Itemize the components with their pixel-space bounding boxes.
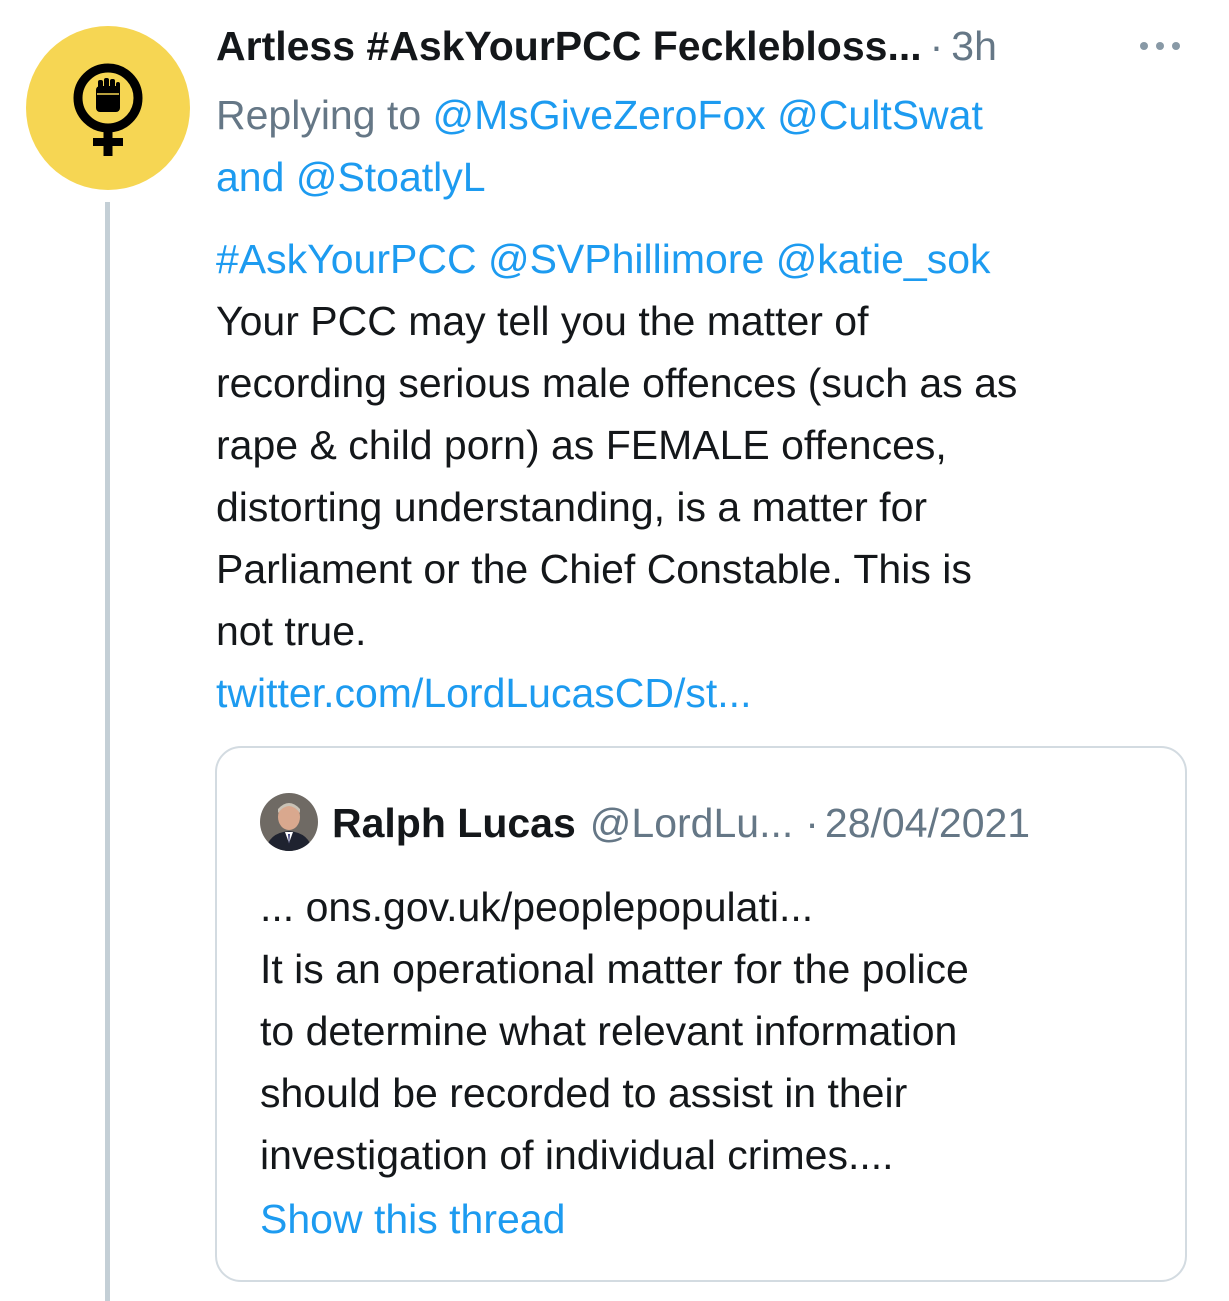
quoted-line: It is an operational matter for the poli… — [260, 946, 969, 992]
thread-line — [105, 202, 110, 1301]
reply-and: and — [216, 154, 285, 200]
reply-handle-stoatlyl[interactable]: @StoatlyL — [296, 154, 486, 200]
reply-handle-msgivezerofox[interactable]: @MsGiveZeroFox — [433, 92, 766, 138]
body-line: distorting understanding, is a matter fo… — [216, 484, 928, 530]
quoted-line: to determine what relevant information — [260, 1008, 958, 1054]
reply-handle-cultswat[interactable]: @CultSwat — [777, 92, 983, 138]
person-avatar-icon — [260, 793, 318, 851]
quoted-separator: · — [805, 799, 819, 846]
quoted-author-name[interactable]: Ralph Lucas — [332, 800, 576, 847]
replying-to: Replying to @MsGiveZeroFox @CultSwat and… — [216, 84, 1196, 208]
replying-prefix: Replying to — [216, 92, 422, 138]
quoted-date[interactable]: 28/04/2021 — [825, 800, 1030, 847]
quoted-author-avatar[interactable] — [260, 793, 318, 851]
body-line: recording serious male offences (such as… — [216, 360, 1018, 406]
body-line: rape & child porn) as FEMALE offences, — [216, 422, 947, 468]
author-avatar[interactable] — [26, 26, 190, 190]
tweet-header: Artless #AskYourPCC Fecklebloss... · 3h — [216, 20, 1209, 72]
mention-svphillimore[interactable]: @SVPhillimore — [488, 236, 764, 282]
female-symbol-raised-fist-icon — [73, 63, 143, 156]
body-line: Your PCC may tell you the matter of — [216, 298, 869, 344]
quoted-text: ... ons.gov.uk/peoplepopulati... It is a… — [260, 876, 1180, 1186]
author-name[interactable]: Artless #AskYourPCC Fecklebloss... — [216, 23, 922, 70]
header-separator: · — [929, 22, 944, 69]
quoted-line: ... ons.gov.uk/peoplepopulati... — [260, 884, 814, 930]
tweet-body: #AskYourPCC @SVPhillimore @katie_sok You… — [216, 228, 1206, 724]
quoted-tweet-card[interactable]: Ralph Lucas @LordLu... · 28/04/2021 ... … — [215, 746, 1187, 1282]
mention-katie-sok[interactable]: @katie_sok — [776, 236, 991, 282]
quoted-header: Ralph Lucas @LordLu... · 28/04/2021 — [332, 794, 1155, 852]
more-options-icon[interactable] — [1140, 36, 1188, 56]
tweet-link[interactable]: twitter.com/LordLucasCD/st... — [216, 662, 1206, 724]
quoted-handle[interactable]: @LordLu... — [590, 800, 793, 847]
tweet-time[interactable]: 3h — [951, 23, 997, 70]
quoted-line: should be recorded to assist in their — [260, 1070, 908, 1116]
show-this-thread-link[interactable]: Show this thread — [260, 1188, 565, 1250]
mentions-line: #AskYourPCC @SVPhillimore @katie_sok — [216, 228, 1206, 290]
body-line: not true. — [216, 608, 367, 654]
quoted-line: investigation of individual crimes.... — [260, 1132, 894, 1178]
body-line: Parliament or the Chief Constable. This … — [216, 546, 972, 592]
hashtag-askyourpcc[interactable]: #AskYourPCC — [216, 236, 477, 282]
